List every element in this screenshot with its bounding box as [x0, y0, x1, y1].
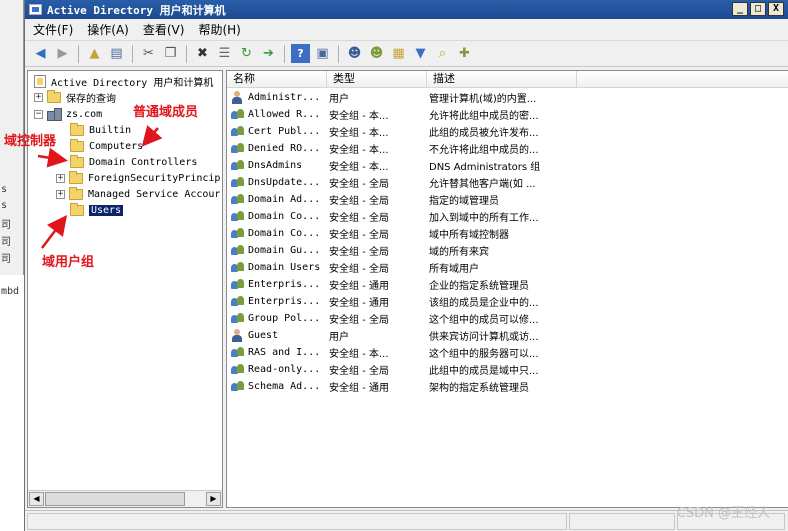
arrow-to-users [41, 215, 68, 249]
arrow-to-computers [141, 125, 163, 147]
watermark: CSDN @王经人 [676, 506, 770, 521]
annotation-arrows [37, 125, 163, 249]
arrow-to-domain-controllers [37, 147, 68, 168]
